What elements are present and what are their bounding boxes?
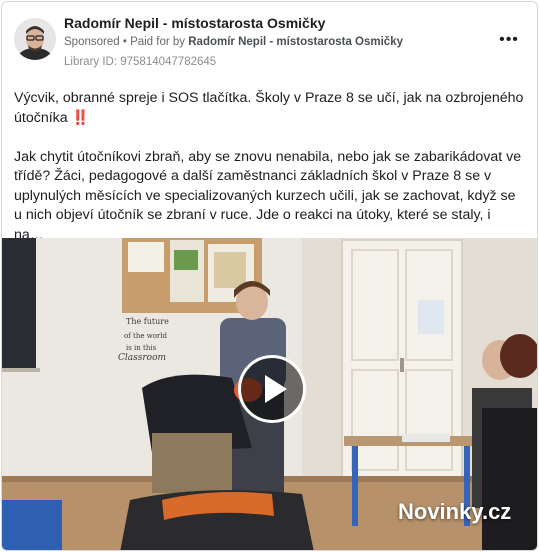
- page-name-link[interactable]: Radomír Nepil - místostarosta Osmičky: [64, 15, 325, 31]
- double-exclamation-icon: ‼️: [71, 109, 90, 126]
- library-id: Library ID: 975814047782645: [64, 56, 217, 68]
- post-headline: Výcvik, obranné spreje i SOS tlačítka. Š…: [14, 90, 524, 126]
- play-button[interactable]: [238, 355, 306, 423]
- sponsored-label: Sponsored: [64, 36, 120, 48]
- post-body: Jak chytit útočníkovi zbraň, aby se znov…: [14, 148, 522, 243]
- sponsored-line: Sponsored • Paid for by Radomír Nepil - …: [64, 36, 403, 48]
- source-watermark: Novinky.cz: [398, 499, 512, 524]
- post-text: Výcvik, obranné spreje i SOS tlačítka. Š…: [14, 89, 524, 245]
- avatar[interactable]: [14, 18, 56, 60]
- svg-text:of the world: of the world: [124, 332, 168, 340]
- play-icon: [265, 375, 287, 403]
- ad-post-card: Radomír Nepil - místostarosta Osmičky Sp…: [1, 1, 538, 551]
- separator-dot: •: [122, 36, 127, 48]
- paid-for-name: Radomír Nepil - místostarosta Osmičky: [188, 36, 403, 48]
- svg-text:Classroom: Classroom: [118, 353, 166, 363]
- svg-text:is in this: is in this: [126, 344, 157, 352]
- more-dots-icon: •••: [499, 31, 519, 48]
- paid-for-prefix: Paid for by: [130, 36, 186, 48]
- more-options-button[interactable]: •••: [496, 30, 522, 50]
- wall-sign: The future: [126, 317, 169, 326]
